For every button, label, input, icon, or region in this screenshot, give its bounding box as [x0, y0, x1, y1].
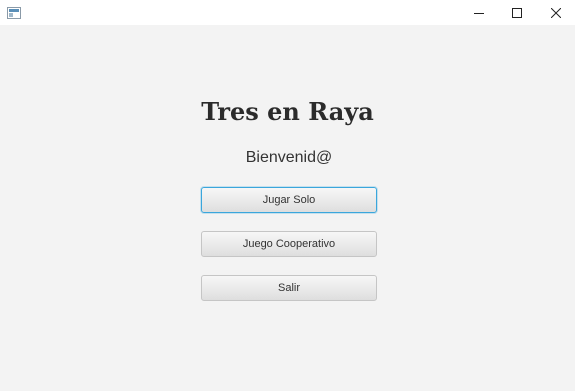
maximize-button[interactable]	[498, 0, 536, 25]
play-solo-button[interactable]: Jugar Solo	[201, 187, 377, 213]
minimize-icon	[474, 12, 484, 14]
app-icon	[7, 6, 21, 19]
maximize-icon	[512, 7, 522, 18]
page-title: Tres en Raya	[201, 97, 374, 126]
minimize-button[interactable]	[460, 0, 498, 25]
cooperative-game-button[interactable]: Juego Cooperativo	[201, 231, 377, 257]
title-bar[interactable]	[0, 0, 575, 25]
welcome-label: Bienvenid@	[245, 149, 333, 166]
close-button[interactable]	[537, 0, 575, 25]
exit-button[interactable]: Salir	[201, 275, 377, 301]
close-icon	[551, 7, 561, 18]
app-window: Tres en Raya Bienvenid@ Jugar Solo Juego…	[0, 0, 575, 391]
